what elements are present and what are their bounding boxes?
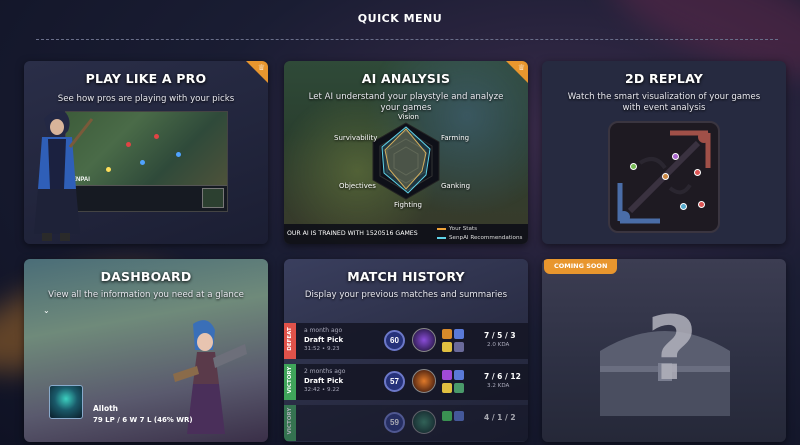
unit-marker xyxy=(154,134,159,139)
coming-soon-badge: COMING SOON xyxy=(544,259,618,274)
legend-swatch xyxy=(437,227,446,230)
profile-stats: 79 LP / 6 W 7 L (46% WR) xyxy=(93,416,193,424)
radar-label-farming: Farming xyxy=(441,134,470,142)
ai-training-text: OUR AI IS TRAINED WITH 1520516 GAMES xyxy=(287,230,418,237)
game-minimap xyxy=(202,188,224,208)
summoner-spell-icon xyxy=(454,370,464,380)
champion-marker xyxy=(630,163,637,170)
champion-marker xyxy=(680,203,687,210)
summoner-spell-icon xyxy=(454,411,464,421)
unit-marker xyxy=(106,167,111,172)
match-row[interactable]: DEFEAT a month ago Draft Pick 31:52 • 9.… xyxy=(284,323,528,359)
card-match-history[interactable]: MATCH HISTORY Display your previous matc… xyxy=(284,259,528,442)
champion-marker xyxy=(662,173,669,180)
rune-icon xyxy=(454,342,464,352)
title-divider xyxy=(36,39,778,40)
rune-icon xyxy=(454,383,464,393)
card-subtitle: View all the information you need at a g… xyxy=(48,290,244,300)
replay-map xyxy=(608,121,720,233)
match-score: 60 xyxy=(384,330,405,351)
match-score: 59 xyxy=(384,412,405,433)
champion-marker xyxy=(672,153,679,160)
card-subtitle: Watch the smart visualization of your ga… xyxy=(567,92,761,113)
card-title: MATCH HISTORY xyxy=(347,269,465,284)
match-mode: Draft Pick xyxy=(304,377,344,385)
match-row[interactable]: VICTORY 59 4 / 1 / 2 xyxy=(284,405,528,441)
profile-avatar[interactable] xyxy=(49,385,83,419)
legend-label: SenpAI Recommendations xyxy=(449,235,523,241)
legend-your-stats: Your Stats xyxy=(437,226,477,232)
unit-marker xyxy=(126,142,131,147)
summoner-spell-icon xyxy=(454,329,464,339)
champion-icon xyxy=(412,328,436,352)
card-subtitle: Display your previous matches and summar… xyxy=(304,290,508,300)
radar-label-objectives: Objectives xyxy=(339,182,376,190)
match-row[interactable]: VICTORY 2 months ago Draft Pick 32:42 • … xyxy=(284,364,528,400)
chevron-down-icon: ⌄ xyxy=(43,306,50,315)
pro-player-illustration xyxy=(34,111,94,241)
unit-marker xyxy=(176,152,181,157)
match-result: VICTORY xyxy=(287,366,293,394)
card-coming-soon: COMING SOON ? xyxy=(542,259,786,442)
legend-label: Your Stats xyxy=(449,226,477,232)
page-title: QUICK MENU xyxy=(357,12,443,25)
card-title: 2D REPLAY xyxy=(624,71,704,86)
match-kda-ratio: 3.2 KDA xyxy=(487,383,510,389)
unit-marker xyxy=(140,160,145,165)
match-mode: Draft Pick xyxy=(304,336,344,344)
match-kda-ratio: 2.0 KDA xyxy=(487,342,510,348)
summoner-spell-icon xyxy=(442,411,452,421)
match-duration: 32:42 • 9.22 xyxy=(304,387,340,393)
match-duration: 31:52 • 9.23 xyxy=(304,346,340,352)
legend-swatch xyxy=(437,236,446,239)
match-result: DEFEAT xyxy=(287,327,293,351)
card-title: DASHBOARD xyxy=(100,269,192,284)
match-score: 57 xyxy=(384,371,405,392)
summoner-spell-icon xyxy=(442,329,452,339)
champion-marker xyxy=(698,201,705,208)
match-time-ago: 2 months ago xyxy=(304,368,346,375)
match-time-ago: a month ago xyxy=(304,327,343,334)
champion-icon xyxy=(412,410,436,434)
radar-label-ganking: Ganking xyxy=(441,182,471,190)
card-title: PLAY LIKE A PRO xyxy=(85,71,207,86)
card-play-like-a-pro[interactable]: ♕ PLAY LIKE A PRO See how pros are playi… xyxy=(24,61,268,244)
profile-name: Alloth xyxy=(93,404,119,413)
legend-senpai-recommendations: SenpAI Recommendations xyxy=(437,235,522,241)
radar-chart xyxy=(372,122,440,200)
radar-label-survivability: Survivability xyxy=(334,134,378,142)
champion-icon xyxy=(412,369,436,393)
match-kda: 7 / 6 / 12 xyxy=(484,372,521,381)
summoner-spell-icon xyxy=(442,370,452,380)
card-2d-replay[interactable]: 2D REPLAY Watch the smart visualization … xyxy=(542,61,786,244)
match-kda: 7 / 5 / 3 xyxy=(484,331,516,340)
champion-marker xyxy=(694,169,701,176)
match-kda: 4 / 1 / 2 xyxy=(484,413,516,422)
match-result: VICTORY xyxy=(287,407,293,435)
radar-label-fighting: Fighting xyxy=(394,201,422,209)
rune-icon xyxy=(442,342,452,352)
card-dashboard[interactable]: DASHBOARD View all the information you n… xyxy=(24,259,268,442)
ai-footer: OUR AI IS TRAINED WITH 1520516 GAMES xyxy=(284,224,528,244)
card-ai-analysis[interactable]: ♕ AI ANALYSIS Let AI understand your pla… xyxy=(284,61,528,244)
rune-icon xyxy=(442,383,452,393)
radar-label-vision: Vision xyxy=(398,113,419,121)
question-mark-icon: ? xyxy=(646,297,698,400)
